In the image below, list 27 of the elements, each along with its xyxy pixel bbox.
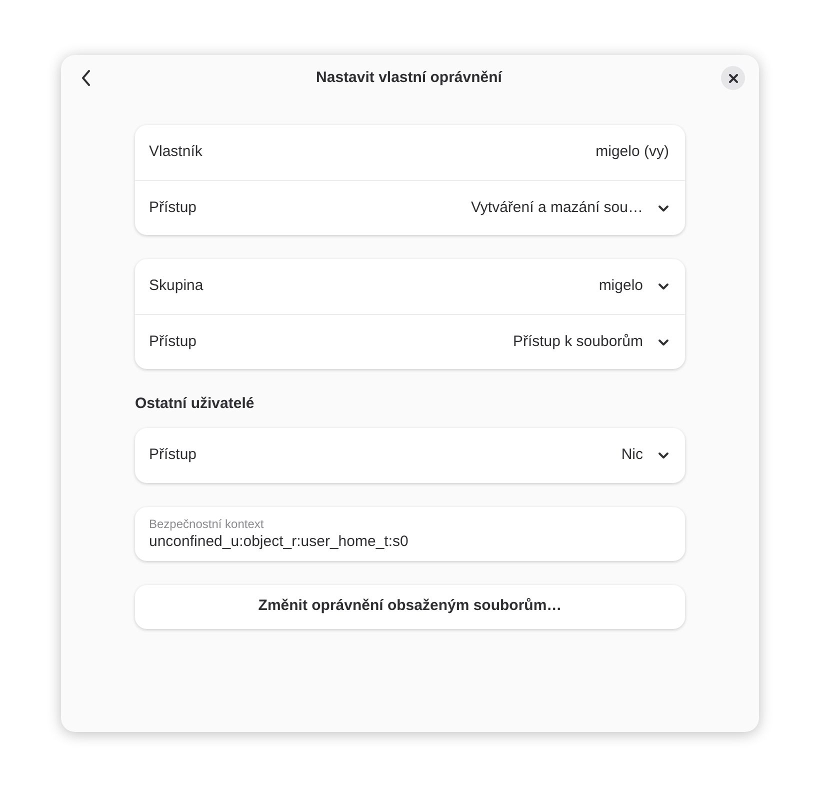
chevron-down-icon bbox=[658, 204, 669, 212]
chevron-down-icon bbox=[658, 283, 669, 290]
row-label: Přístup bbox=[149, 198, 198, 218]
row-value: Vytváření a mazání sou… bbox=[470, 198, 643, 218]
window-title: Nastavit vlastní oprávnění bbox=[316, 68, 502, 88]
row-label: Skupina bbox=[149, 276, 204, 296]
dropdown-row[interactable]: Skupina migelo bbox=[135, 259, 685, 314]
dropdown-row[interactable]: Přístup Přístup k souborům bbox=[135, 314, 685, 369]
row-value: Nic bbox=[621, 444, 643, 465]
field-value: unconfined_u:object_r:user_home_t:s0 bbox=[149, 532, 410, 552]
close-icon bbox=[728, 74, 738, 82]
row-label: Vlastník bbox=[149, 142, 204, 162]
security-context-field[interactable]: Bezpečnostní kontext unconfined_u:object_r:user_home_t:s0 bbox=[135, 506, 685, 560]
row-value: migelo (vy) bbox=[596, 142, 669, 162]
field-label: Bezpečnostní kontext bbox=[149, 516, 265, 532]
chevron-down-icon bbox=[658, 452, 669, 458]
row-label: Přístup bbox=[149, 332, 198, 352]
dropdown-row[interactable]: Přístup Nic bbox=[135, 428, 685, 482]
row-value: Přístup k souborům bbox=[512, 332, 643, 352]
back-icon bbox=[81, 70, 91, 86]
change-permissions-button[interactable]: Změnit oprávnění obsaženým souborům… bbox=[135, 584, 685, 628]
dropdown-row[interactable]: Přístup Vytváření a mazání sou… bbox=[135, 180, 685, 235]
section-heading: Ostatní uživatelé bbox=[135, 394, 256, 414]
chevron-down-icon bbox=[658, 338, 669, 346]
close-button[interactable] bbox=[721, 66, 745, 90]
row-label: Přístup bbox=[149, 444, 198, 465]
row-value: migelo bbox=[598, 276, 643, 296]
